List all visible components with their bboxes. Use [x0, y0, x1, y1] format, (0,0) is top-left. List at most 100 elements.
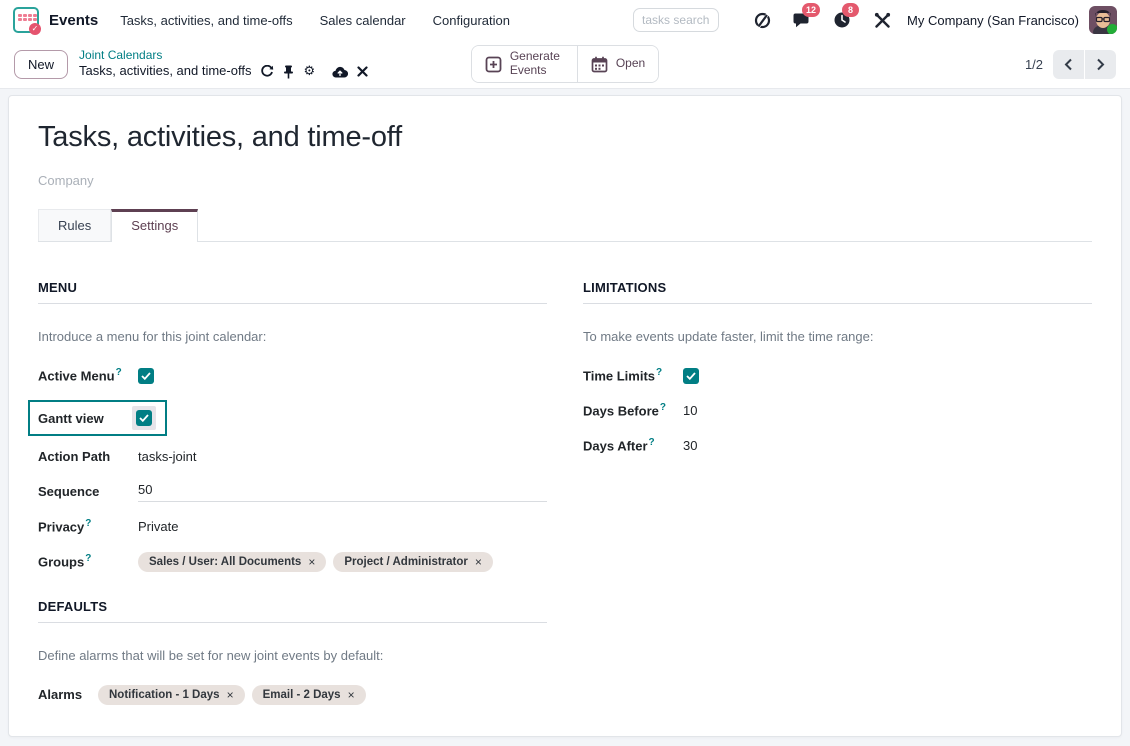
- activities-count-badge: 8: [842, 3, 859, 17]
- help-mark-icon: ?: [656, 367, 662, 378]
- alarms-tag-list: Notification - 1 Days× Email - 2 Days×: [98, 685, 366, 705]
- action-path-label: Action Path: [38, 449, 138, 464]
- messages-count-badge: 12: [802, 3, 820, 17]
- limitations-section-help: To make events update faster, limit the …: [583, 329, 1092, 344]
- events-app-icon[interactable]: ✓: [13, 7, 39, 33]
- user-avatar[interactable]: [1089, 6, 1117, 34]
- top-navbar: ✓ Events Tasks, activities, and time-off…: [0, 0, 1130, 40]
- search-input[interactable]: [633, 8, 719, 32]
- group-tag[interactable]: Project / Administrator×: [333, 552, 493, 572]
- help-mark-icon: ?: [85, 518, 91, 529]
- alarms-row: Alarms Notification - 1 Days× Email - 2 …: [38, 684, 547, 705]
- tag-delete-icon[interactable]: ×: [475, 555, 482, 569]
- time-limits-label: Time Limits?: [583, 367, 683, 383]
- discard-icon[interactable]: [357, 66, 368, 77]
- alarm-tag[interactable]: Email - 2 Days×: [252, 685, 366, 705]
- chevron-right-icon: [1096, 58, 1105, 71]
- systray: 12 8: [735, 7, 895, 33]
- groups-label: Groups?: [38, 553, 138, 569]
- groups-tag-list: Sales / User: All Documents× Project / A…: [138, 552, 493, 572]
- breadcrumb-parent-link[interactable]: Joint Calendars: [79, 48, 377, 63]
- online-status-dot: [1107, 24, 1117, 34]
- tag-delete-icon[interactable]: ×: [308, 555, 315, 569]
- notebook-tabs: Rules Settings: [38, 209, 1092, 242]
- messages-icon[interactable]: 12: [789, 7, 815, 33]
- defaults-section-help: Define alarms that will be set for new j…: [38, 648, 547, 663]
- tools-icon[interactable]: [869, 7, 895, 33]
- days-after-label: Days After?: [583, 437, 683, 453]
- crossed-tools-icon: [874, 12, 891, 29]
- open-button[interactable]: Open: [577, 46, 658, 82]
- gantt-view-label: Gantt view: [38, 411, 132, 426]
- action-path-row: Action Path tasks-joint: [38, 446, 547, 467]
- nav-item-configuration[interactable]: Configuration: [433, 13, 510, 28]
- checkmark-icon: [141, 372, 151, 380]
- sheet-background: Tasks, activities, and time-off Company …: [0, 89, 1130, 737]
- pin-icon[interactable]: [283, 65, 294, 79]
- time-limits-row: Time Limits?: [583, 365, 1092, 386]
- company-field-placeholder[interactable]: Company: [38, 173, 1092, 188]
- left-column: MENU Introduce a menu for this joint cal…: [38, 280, 547, 719]
- tag-delete-icon[interactable]: ×: [348, 688, 355, 702]
- right-column: LIMITATIONS To make events update faster…: [583, 280, 1092, 719]
- gantt-view-checkbox[interactable]: [136, 410, 152, 426]
- navbar-right: 12 8 My Company (San Francisco): [633, 6, 1117, 34]
- pager-next-button[interactable]: [1085, 50, 1116, 79]
- nav-item-sales-calendar[interactable]: Sales calendar: [320, 13, 406, 28]
- circle-slash-icon: [753, 11, 772, 30]
- breadcrumb: Joint Calendars Tasks, activities, and t…: [79, 48, 377, 79]
- checkmark-icon: [686, 372, 696, 380]
- nav-item-tasks-activities[interactable]: Tasks, activities, and time-offs: [120, 13, 292, 28]
- group-tag[interactable]: Sales / User: All Documents×: [138, 552, 326, 572]
- generate-events-button[interactable]: Generate Events: [472, 46, 577, 82]
- defaults-section-title: DEFAULTS: [38, 599, 547, 623]
- privacy-row: Privacy? Private: [38, 516, 547, 537]
- pager: 1/2: [659, 50, 1116, 79]
- privacy-label: Privacy?: [38, 518, 138, 534]
- new-button[interactable]: New: [14, 50, 68, 79]
- form-sheet: Tasks, activities, and time-off Company …: [8, 95, 1122, 737]
- gantt-view-highlight-box: Gantt view: [28, 400, 167, 436]
- active-menu-checkbox[interactable]: [138, 368, 154, 384]
- tag-delete-icon[interactable]: ×: [227, 688, 234, 702]
- menu-section-title: MENU: [38, 280, 547, 304]
- tab-settings[interactable]: Settings: [111, 209, 198, 242]
- gantt-checkbox-focus-bg: [132, 406, 156, 430]
- presence-icon[interactable]: [749, 7, 775, 33]
- help-mark-icon: ?: [649, 437, 655, 448]
- restore-icon[interactable]: [260, 65, 274, 79]
- gear-icon[interactable]: ⚙: [303, 65, 315, 78]
- days-after-row: Days After? 30: [583, 435, 1092, 456]
- days-after-input[interactable]: 30: [683, 438, 697, 453]
- tab-rules[interactable]: Rules: [38, 209, 111, 241]
- time-limits-checkbox[interactable]: [683, 368, 699, 384]
- help-mark-icon: ?: [660, 402, 666, 413]
- help-mark-icon: ?: [85, 553, 91, 564]
- breadcrumb-current: Tasks, activities, and time-offs: [79, 63, 251, 79]
- calendar-grid-decoration: [18, 14, 37, 21]
- active-menu-label: Active Menu?: [38, 367, 138, 383]
- record-title[interactable]: Tasks, activities, and time-off: [38, 121, 1092, 154]
- sequence-input[interactable]: 50: [138, 482, 547, 502]
- save-cloud-icon[interactable]: [332, 66, 348, 78]
- days-before-input[interactable]: 10: [683, 403, 697, 418]
- activities-icon[interactable]: 8: [829, 7, 855, 33]
- pager-previous-button[interactable]: [1053, 50, 1084, 79]
- privacy-select[interactable]: Private: [138, 519, 178, 534]
- action-path-value[interactable]: tasks-joint: [138, 449, 197, 464]
- alarm-tag[interactable]: Notification - 1 Days×: [98, 685, 245, 705]
- chevron-left-icon: [1064, 58, 1073, 71]
- sequence-label: Sequence: [38, 484, 138, 499]
- limitations-section-title: LIMITATIONS: [583, 280, 1092, 304]
- days-before-label: Days Before?: [583, 402, 683, 418]
- alarms-label: Alarms: [38, 687, 98, 702]
- app-name[interactable]: Events: [49, 12, 98, 29]
- company-switcher[interactable]: My Company (San Francisco): [907, 13, 1079, 28]
- checkmark-icon: [139, 414, 149, 422]
- days-before-row: Days Before? 10: [583, 400, 1092, 421]
- help-mark-icon: ?: [116, 367, 122, 378]
- active-menu-row: Active Menu?: [38, 365, 547, 386]
- menu-section-help: Introduce a menu for this joint calendar…: [38, 329, 547, 344]
- breadcrumb-area: New Joint Calendars Tasks, activities, a…: [14, 48, 471, 79]
- calendar-icon: [591, 56, 608, 73]
